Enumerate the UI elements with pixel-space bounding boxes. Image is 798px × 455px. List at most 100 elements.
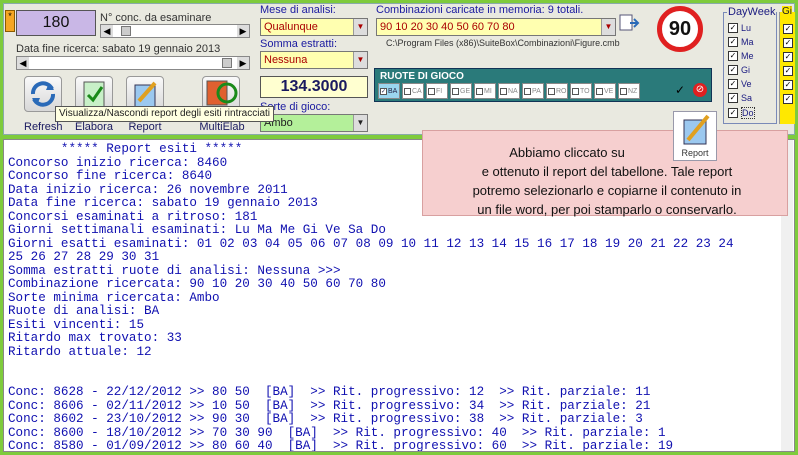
ruote-title: RUOTE DI GIOCO (380, 71, 464, 82)
checkbox-icon (524, 87, 531, 95)
report-line: Data fine ricerca: sabato 19 gennaio 201… (8, 196, 318, 210)
chevron-down-icon[interactable]: ▼ (353, 115, 367, 131)
report-line: Giorni esatti esaminati: 01 02 03 04 05 … (8, 236, 734, 251)
day-label: Me (741, 51, 754, 61)
ruota-ca-checkbox[interactable]: CA (402, 83, 424, 99)
check-all-icon[interactable]: ✓ (675, 83, 689, 97)
slider-right-arrow-icon[interactable]: ▶ (237, 57, 249, 69)
report-line: Conc: 8628 - 22/12/2012 >> 80 50 [BA] >>… (8, 385, 651, 399)
slider-left-arrow-icon[interactable]: ◀ (101, 25, 113, 37)
checkbox-icon (404, 87, 411, 95)
ruota-fi-checkbox[interactable]: FI (426, 83, 448, 99)
report-line: Combinazione ricercata: 90 10 20 30 40 5… (8, 277, 386, 291)
report-line: Conc: 8606 - 02/11/2012 >> 10 50 [BA] >>… (8, 398, 651, 413)
gi-title: Gi (782, 6, 792, 17)
report-tooltip: Visualizza/Nascondi report degli esiti r… (55, 106, 275, 122)
gi-checkbox[interactable]: ✓ (783, 52, 793, 62)
checkbox-icon (452, 87, 459, 95)
checkbox-icon: ✓ (728, 79, 738, 89)
checkbox-icon (620, 87, 627, 95)
gi-checkbox[interactable]: ✓ (783, 94, 793, 104)
checkbox-icon (548, 87, 555, 95)
multielab-label: MultiElab (199, 121, 245, 133)
load-file-icon[interactable] (618, 12, 640, 34)
checkbox-icon: ✓ (728, 93, 738, 103)
mese-select-value: Qualunque (264, 21, 318, 33)
ruota-label: PA (532, 87, 541, 95)
checkbox-icon: ✓ (380, 87, 387, 95)
day-label: Ma (741, 37, 754, 47)
conc-count-slider[interactable]: ◀ ▶ (100, 24, 250, 38)
checkbox-icon (500, 87, 507, 95)
slider-right-arrow-icon[interactable]: ▶ (237, 25, 249, 37)
conc-count-field[interactable]: 180 (16, 10, 96, 36)
date-fine-label: Data fine ricerca: sabato 19 gennaio 201… (16, 43, 221, 55)
ruote-panel: RUOTE DI GIOCO ✓ BA CA FI GE MI NA PA RO TO VE NZ ✓… (374, 68, 712, 102)
value-display: 134.3000 (260, 76, 368, 98)
ruota-ge-checkbox[interactable]: GE (450, 83, 472, 99)
report-line: Somma estratti ruote di analisi: Nessuna… (8, 263, 341, 278)
day-checkbox-me[interactable]: ✓ Me (728, 51, 754, 61)
report-line: Giorni settimanali esaminati: Lu Ma Me G… (8, 223, 386, 237)
sorte-select[interactable]: Ambo ▼ (260, 114, 368, 132)
combinazioni-select[interactable]: 90 10 20 30 40 50 60 70 80 ▼ (376, 18, 616, 36)
report-line: Concorso fine ricerca: 8640 (8, 169, 213, 183)
day-label: Gi (741, 65, 750, 75)
report-line: Conc: 8602 - 23/10/2012 >> 90 30 [BA] >>… (8, 412, 643, 426)
day-checkbox-ma[interactable]: ✓ Ma (728, 37, 754, 47)
combinazioni-select-value: 90 10 20 30 40 50 60 70 80 (380, 21, 515, 33)
gi-column: Gi ✓ ✓ ✓ ✓ ✓ ✓ (779, 6, 795, 124)
ruote-row: ✓ BA CA FI GE MI NA PA RO TO VE NZ (378, 83, 640, 99)
ruota-label: VE (604, 87, 614, 95)
clear-all-icon[interactable]: ⊘ (693, 83, 707, 97)
ruota-ro-checkbox[interactable]: RO (546, 83, 568, 99)
menu-toggle-button[interactable]: * (5, 10, 15, 32)
day-checkbox-lu[interactable]: ✓ Lu (728, 23, 751, 33)
report-line: Sorte minima ricercata: Ambo (8, 290, 220, 305)
slider-left-arrow-icon[interactable]: ◀ (17, 57, 29, 69)
report-line: Ruote di analisi: BA (8, 304, 160, 318)
ruota-na-checkbox[interactable]: NA (498, 83, 520, 99)
day-checkbox-gi[interactable]: ✓ Gi (728, 65, 750, 75)
ruota-mi-checkbox[interactable]: MI (474, 83, 496, 99)
day-label: Lu (741, 23, 752, 33)
mese-select[interactable]: Qualunque ▼ (260, 18, 368, 36)
ruota-label: NA (508, 87, 518, 95)
gi-checkbox[interactable]: ✓ (783, 38, 793, 48)
ruota-label: CA (412, 87, 422, 95)
dayweek-title: DayWeek (727, 6, 777, 18)
report-line: Concorsi esaminati a ritroso: 181 (8, 209, 258, 224)
ruota-nz-checkbox[interactable]: NZ (618, 83, 640, 99)
somma-select[interactable]: Nessuna ▼ (260, 51, 368, 69)
ruota-label: TO (580, 87, 590, 95)
gi-checkbox[interactable]: ✓ (783, 24, 793, 34)
ruota-ba-checkbox[interactable]: ✓ BA (378, 83, 400, 99)
day-checkbox-sa[interactable]: ✓ Sa (728, 93, 752, 103)
chevron-down-icon[interactable]: ▼ (353, 19, 367, 35)
slider-thumb[interactable] (222, 58, 232, 68)
report-line: Esiti vincenti: 15 (8, 317, 145, 332)
file-path: C:\Program Files (x86)\SuiteBox\Combinaz… (386, 38, 620, 48)
report-icon-button[interactable]: Report (673, 111, 717, 161)
checkbox-icon (572, 87, 579, 95)
checkbox-icon (596, 87, 603, 95)
ruota-label: NZ (628, 87, 638, 95)
day-checkbox-do[interactable]: ✓ Do (728, 107, 755, 119)
conc-count-label: N° conc. da esaminare (100, 12, 212, 24)
slider-thumb[interactable] (121, 26, 131, 36)
report-line: Conc: 8600 - 18/10/2012 >> 70 30 90 [BA]… (8, 425, 666, 440)
ruota-to-checkbox[interactable]: TO (570, 83, 592, 99)
report-line: Concorso inizio ricerca: 8460 (8, 155, 228, 170)
ruota-label: MI (484, 87, 492, 95)
chevron-down-icon[interactable]: ▼ (601, 19, 615, 35)
date-slider[interactable]: ◀ ▶ (16, 56, 250, 70)
mese-label: Mese di analisi: (260, 4, 336, 16)
report-line: Ritardo attuale: 12 (8, 344, 152, 359)
ruota-pa-checkbox[interactable]: PA (522, 83, 544, 99)
ruota-ve-checkbox[interactable]: VE (594, 83, 616, 99)
gi-checkbox[interactable]: ✓ (783, 66, 793, 76)
gi-checkbox[interactable]: ✓ (783, 80, 793, 90)
day-label: Sa (741, 93, 753, 103)
chevron-down-icon[interactable]: ▼ (353, 52, 367, 68)
day-checkbox-ve[interactable]: ✓ Ve (728, 79, 752, 89)
